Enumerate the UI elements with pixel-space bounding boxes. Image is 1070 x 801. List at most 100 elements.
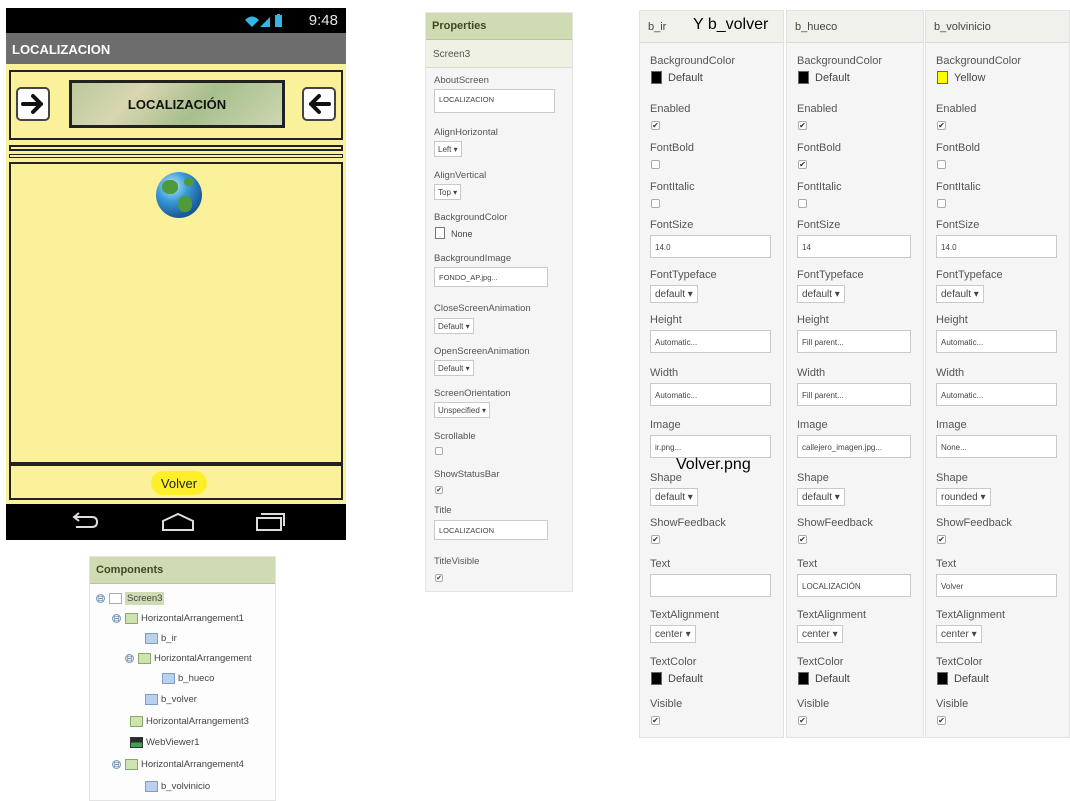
- tree-item-b-hueco[interactable]: b_hueco: [162, 669, 214, 687]
- text-alignment-dropdown[interactable]: center ▾: [650, 625, 696, 643]
- tree-item-b-volvinicio[interactable]: b_volvinicio: [145, 777, 210, 795]
- text-alignment-dropdown[interactable]: center ▾: [797, 625, 843, 643]
- collapse-icon[interactable]: ⊟: [125, 653, 134, 663]
- text-field[interactable]: [650, 574, 771, 597]
- scrollable-checkbox[interactable]: [435, 447, 443, 455]
- font-italic-checkbox[interactable]: [798, 199, 807, 208]
- color-swatch[interactable]: [937, 71, 948, 84]
- tree-item-webviewer1[interactable]: WebViewer1: [130, 733, 200, 751]
- tree-item-horizontalarrangement4[interactable]: ⊟ HorizontalArrangement4: [112, 755, 244, 773]
- text-color-label: TextColor: [650, 656, 697, 668]
- collapse-icon[interactable]: ⊟: [112, 613, 121, 623]
- about-screen-field[interactable]: LOCALIZACION: [434, 89, 555, 113]
- home-nav-icon[interactable]: [160, 512, 196, 532]
- column-header: b_volvinicio: [926, 11, 1069, 43]
- color-swatch[interactable]: [651, 71, 662, 84]
- back-nav-icon[interactable]: [68, 512, 100, 532]
- back-arrow-button[interactable]: [302, 87, 336, 121]
- tree-item-horizontalarrangement3[interactable]: HorizontalArrangement3: [130, 712, 249, 730]
- text-field[interactable]: Volver: [936, 574, 1057, 597]
- horizontal-arrangement-1: LOCALIZACIÓN: [9, 70, 343, 140]
- webviewer-icon: [130, 736, 143, 748]
- tree-item-b-volver[interactable]: b_volver: [145, 690, 197, 708]
- button-icon: [162, 672, 175, 684]
- tree-item-b-ir[interactable]: b_ir: [145, 629, 177, 647]
- font-size-field[interactable]: 14.0: [936, 235, 1057, 258]
- collapse-icon[interactable]: ⊟: [112, 759, 121, 769]
- show-feedback-checkbox[interactable]: ✔: [651, 535, 660, 544]
- localizacion-banner-button[interactable]: LOCALIZACIÓN: [69, 80, 285, 128]
- tree-item-label: b_volvinicio: [161, 780, 211, 792]
- color-swatch[interactable]: [798, 71, 809, 84]
- tree-item-horizontalarrangement1[interactable]: ⊟ HorizontalArrangement1: [112, 609, 244, 627]
- text-alignment-dropdown[interactable]: center ▾: [936, 625, 982, 643]
- tree-item-screen3[interactable]: ⊟ Screen3: [96, 589, 165, 607]
- collapse-icon[interactable]: ⊟: [96, 593, 105, 603]
- show-status-bar-checkbox[interactable]: ✔: [435, 486, 443, 494]
- align-horizontal-label: AlignHorizontal: [434, 127, 498, 138]
- color-swatch[interactable]: [798, 672, 809, 685]
- font-size-field[interactable]: 14.0: [650, 235, 771, 258]
- tree-item-label: HorizontalArrangement4: [141, 758, 244, 770]
- volver-button[interactable]: Volver: [151, 471, 207, 495]
- enabled-checkbox[interactable]: ✔: [651, 121, 660, 130]
- background-image-field[interactable]: FONDO_AP.jpg...: [434, 267, 548, 287]
- height-field[interactable]: Fill parent...: [797, 330, 911, 353]
- shape-dropdown[interactable]: default ▾: [650, 488, 698, 506]
- width-field[interactable]: Automatic...: [650, 383, 771, 406]
- show-feedback-checkbox[interactable]: ✔: [798, 535, 807, 544]
- screen-orientation-dropdown[interactable]: Unspecified ▾: [434, 402, 491, 418]
- tree-item-horizontalarrangement[interactable]: ⊟ HorizontalArrangement: [125, 649, 252, 667]
- font-size-field[interactable]: 14: [797, 235, 911, 258]
- font-typeface-dropdown[interactable]: default ▾: [650, 285, 698, 303]
- font-bold-checkbox[interactable]: [937, 160, 946, 169]
- image-field[interactable]: None...: [936, 435, 1057, 458]
- align-vertical-dropdown[interactable]: Top ▾: [434, 184, 462, 200]
- image-field[interactable]: ir.png...: [650, 435, 771, 458]
- visible-checkbox[interactable]: ✔: [937, 716, 946, 725]
- button-icon: [145, 780, 158, 792]
- text-alignment-label: TextAlignment: [650, 609, 720, 621]
- text-field[interactable]: LOCALIZACIÓN: [797, 574, 911, 597]
- font-bold-checkbox[interactable]: ✔: [798, 160, 807, 169]
- visible-checkbox[interactable]: ✔: [798, 716, 807, 725]
- enabled-label: Enabled: [797, 103, 838, 115]
- enabled-checkbox[interactable]: ✔: [937, 121, 946, 130]
- open-animation-dropdown[interactable]: Default ▾: [434, 360, 474, 376]
- forward-arrow-button[interactable]: [16, 87, 50, 121]
- arrangement-icon: [138, 652, 151, 664]
- enabled-checkbox[interactable]: ✔: [798, 121, 807, 130]
- divider: [9, 154, 343, 158]
- visible-checkbox[interactable]: ✔: [651, 716, 660, 725]
- align-vertical-label: AlignVertical: [434, 170, 487, 181]
- shape-dropdown[interactable]: rounded ▾: [936, 488, 991, 506]
- width-field[interactable]: Automatic...: [936, 383, 1057, 406]
- tree-item-label: b_ir: [161, 632, 177, 644]
- close-animation-dropdown[interactable]: Default ▾: [434, 318, 474, 334]
- title-field[interactable]: LOCALIZACION: [434, 520, 548, 540]
- font-italic-checkbox[interactable]: [651, 199, 660, 208]
- font-bold-label: FontBold: [650, 142, 695, 154]
- color-swatch[interactable]: [651, 672, 662, 685]
- column-b-volvinicio: b_volvinicio BackgroundColor Yellow Enabled…: [925, 10, 1070, 738]
- shape-dropdown[interactable]: default ▾: [797, 488, 845, 506]
- image-label: Image: [936, 419, 967, 431]
- font-bold-checkbox[interactable]: [651, 160, 660, 169]
- color-swatch[interactable]: [937, 672, 948, 685]
- recents-nav-icon[interactable]: [254, 512, 286, 532]
- height-field[interactable]: Automatic...: [936, 330, 1057, 353]
- title-visible-checkbox[interactable]: ✔: [435, 574, 443, 582]
- show-feedback-checkbox[interactable]: ✔: [937, 535, 946, 544]
- width-field[interactable]: Fill parent...: [797, 383, 911, 406]
- tree-item-label: b_volver: [161, 693, 197, 705]
- background-color-label: BackgroundColor: [650, 55, 735, 67]
- color-swatch[interactable]: [435, 227, 445, 239]
- screen-canvas: LOCALIZACIÓN Volver: [6, 64, 346, 504]
- image-field[interactable]: callejero_imagen.jpg...: [797, 435, 911, 458]
- font-italic-checkbox[interactable]: [937, 199, 946, 208]
- font-typeface-dropdown[interactable]: default ▾: [936, 285, 984, 303]
- align-horizontal-dropdown[interactable]: Left ▾: [434, 141, 462, 157]
- height-field[interactable]: Automatic...: [650, 330, 771, 353]
- font-size-label: FontSize: [797, 219, 841, 231]
- font-typeface-dropdown[interactable]: default ▾: [797, 285, 845, 303]
